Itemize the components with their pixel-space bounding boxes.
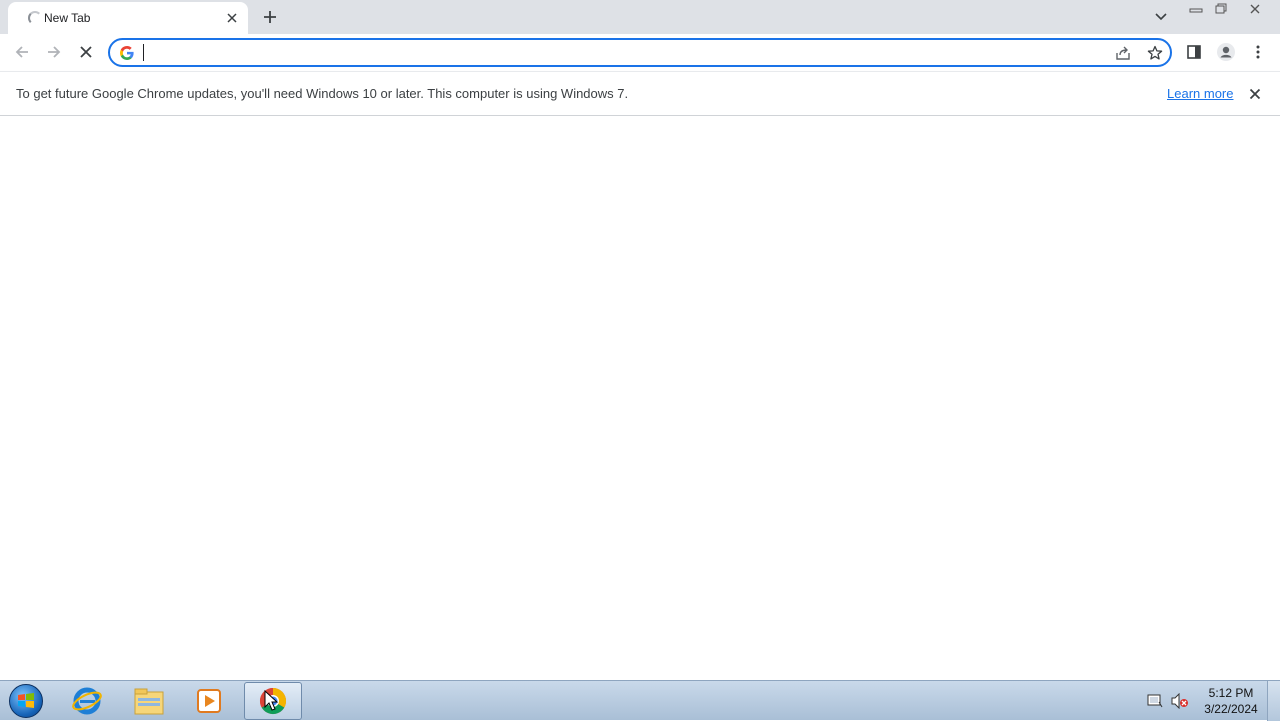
windows-update-infobar: To get future Google Chrome updates, you… xyxy=(0,71,1280,116)
internet-explorer-icon xyxy=(72,687,102,715)
infobar-close-button[interactable] xyxy=(1245,84,1265,104)
forward-button[interactable] xyxy=(40,38,68,66)
flag-icon xyxy=(1147,694,1163,708)
clock-time: 5:12 PM xyxy=(1208,686,1254,700)
tab-close-button[interactable] xyxy=(222,8,242,28)
close-icon xyxy=(1250,4,1260,14)
taskbar-windows-explorer[interactable] xyxy=(120,682,178,720)
taskbar-clock[interactable]: 5:12 PM 3/22/2024 xyxy=(1196,685,1266,717)
share-icon xyxy=(1116,46,1130,60)
tab-search-button[interactable] xyxy=(1148,4,1174,30)
minimize-icon xyxy=(1189,8,1203,13)
menu-icon xyxy=(1256,45,1260,59)
google-g-icon xyxy=(120,46,134,60)
new-tab-button[interactable] xyxy=(257,4,283,30)
close-icon xyxy=(1249,88,1261,100)
profile-button[interactable] xyxy=(1212,38,1240,66)
page-content xyxy=(0,116,1280,680)
forward-icon xyxy=(48,46,61,58)
taskbar-media-player[interactable] xyxy=(180,682,238,720)
address-input[interactable] xyxy=(142,42,1092,64)
infobar-message: To get future Google Chrome updates, you… xyxy=(16,86,629,101)
browser-toolbar xyxy=(0,34,1280,71)
tray-action-center[interactable] xyxy=(1144,681,1166,721)
text-caret xyxy=(143,44,144,61)
media-player-icon xyxy=(197,689,221,713)
chrome-menu-button[interactable] xyxy=(1244,38,1272,66)
learn-more-link[interactable]: Learn more xyxy=(1167,86,1233,101)
profile-icon xyxy=(1217,43,1235,61)
tab-title: New Tab xyxy=(44,11,91,25)
mouse-cursor-icon xyxy=(264,690,278,711)
windows-logo-icon xyxy=(9,684,43,718)
plus-icon xyxy=(264,11,276,23)
bookmark-star-button[interactable] xyxy=(1144,42,1166,64)
stop-icon xyxy=(80,46,92,58)
windows-taskbar: 5:12 PM 3/22/2024 xyxy=(0,680,1280,721)
clock-date: 3/22/2024 xyxy=(1204,702,1258,716)
share-button[interactable] xyxy=(1112,42,1134,64)
stop-loading-button[interactable] xyxy=(72,38,100,66)
tab-strip: New Tab xyxy=(0,0,1280,34)
side-panel-button[interactable] xyxy=(1180,38,1208,66)
back-icon xyxy=(15,46,28,58)
restore-icon xyxy=(1215,3,1227,14)
star-icon xyxy=(1147,45,1163,60)
folder-icon xyxy=(134,688,164,715)
loading-spinner-icon xyxy=(28,11,42,25)
back-button[interactable] xyxy=(8,38,36,66)
show-desktop-button[interactable] xyxy=(1267,681,1280,721)
taskbar-internet-explorer[interactable] xyxy=(58,682,116,720)
tab-new-tab[interactable]: New Tab xyxy=(8,2,248,34)
window-minimize-button[interactable] xyxy=(1183,0,1209,18)
tray-volume[interactable] xyxy=(1168,681,1192,721)
address-bar[interactable] xyxy=(108,38,1172,67)
window-restore-button[interactable] xyxy=(1208,0,1234,18)
volume-muted-icon xyxy=(1171,693,1188,709)
close-icon xyxy=(227,13,237,23)
window-close-button[interactable] xyxy=(1235,0,1275,18)
start-button[interactable] xyxy=(4,682,48,720)
side-panel-icon xyxy=(1187,45,1201,59)
chevron-down-icon xyxy=(1155,13,1167,21)
